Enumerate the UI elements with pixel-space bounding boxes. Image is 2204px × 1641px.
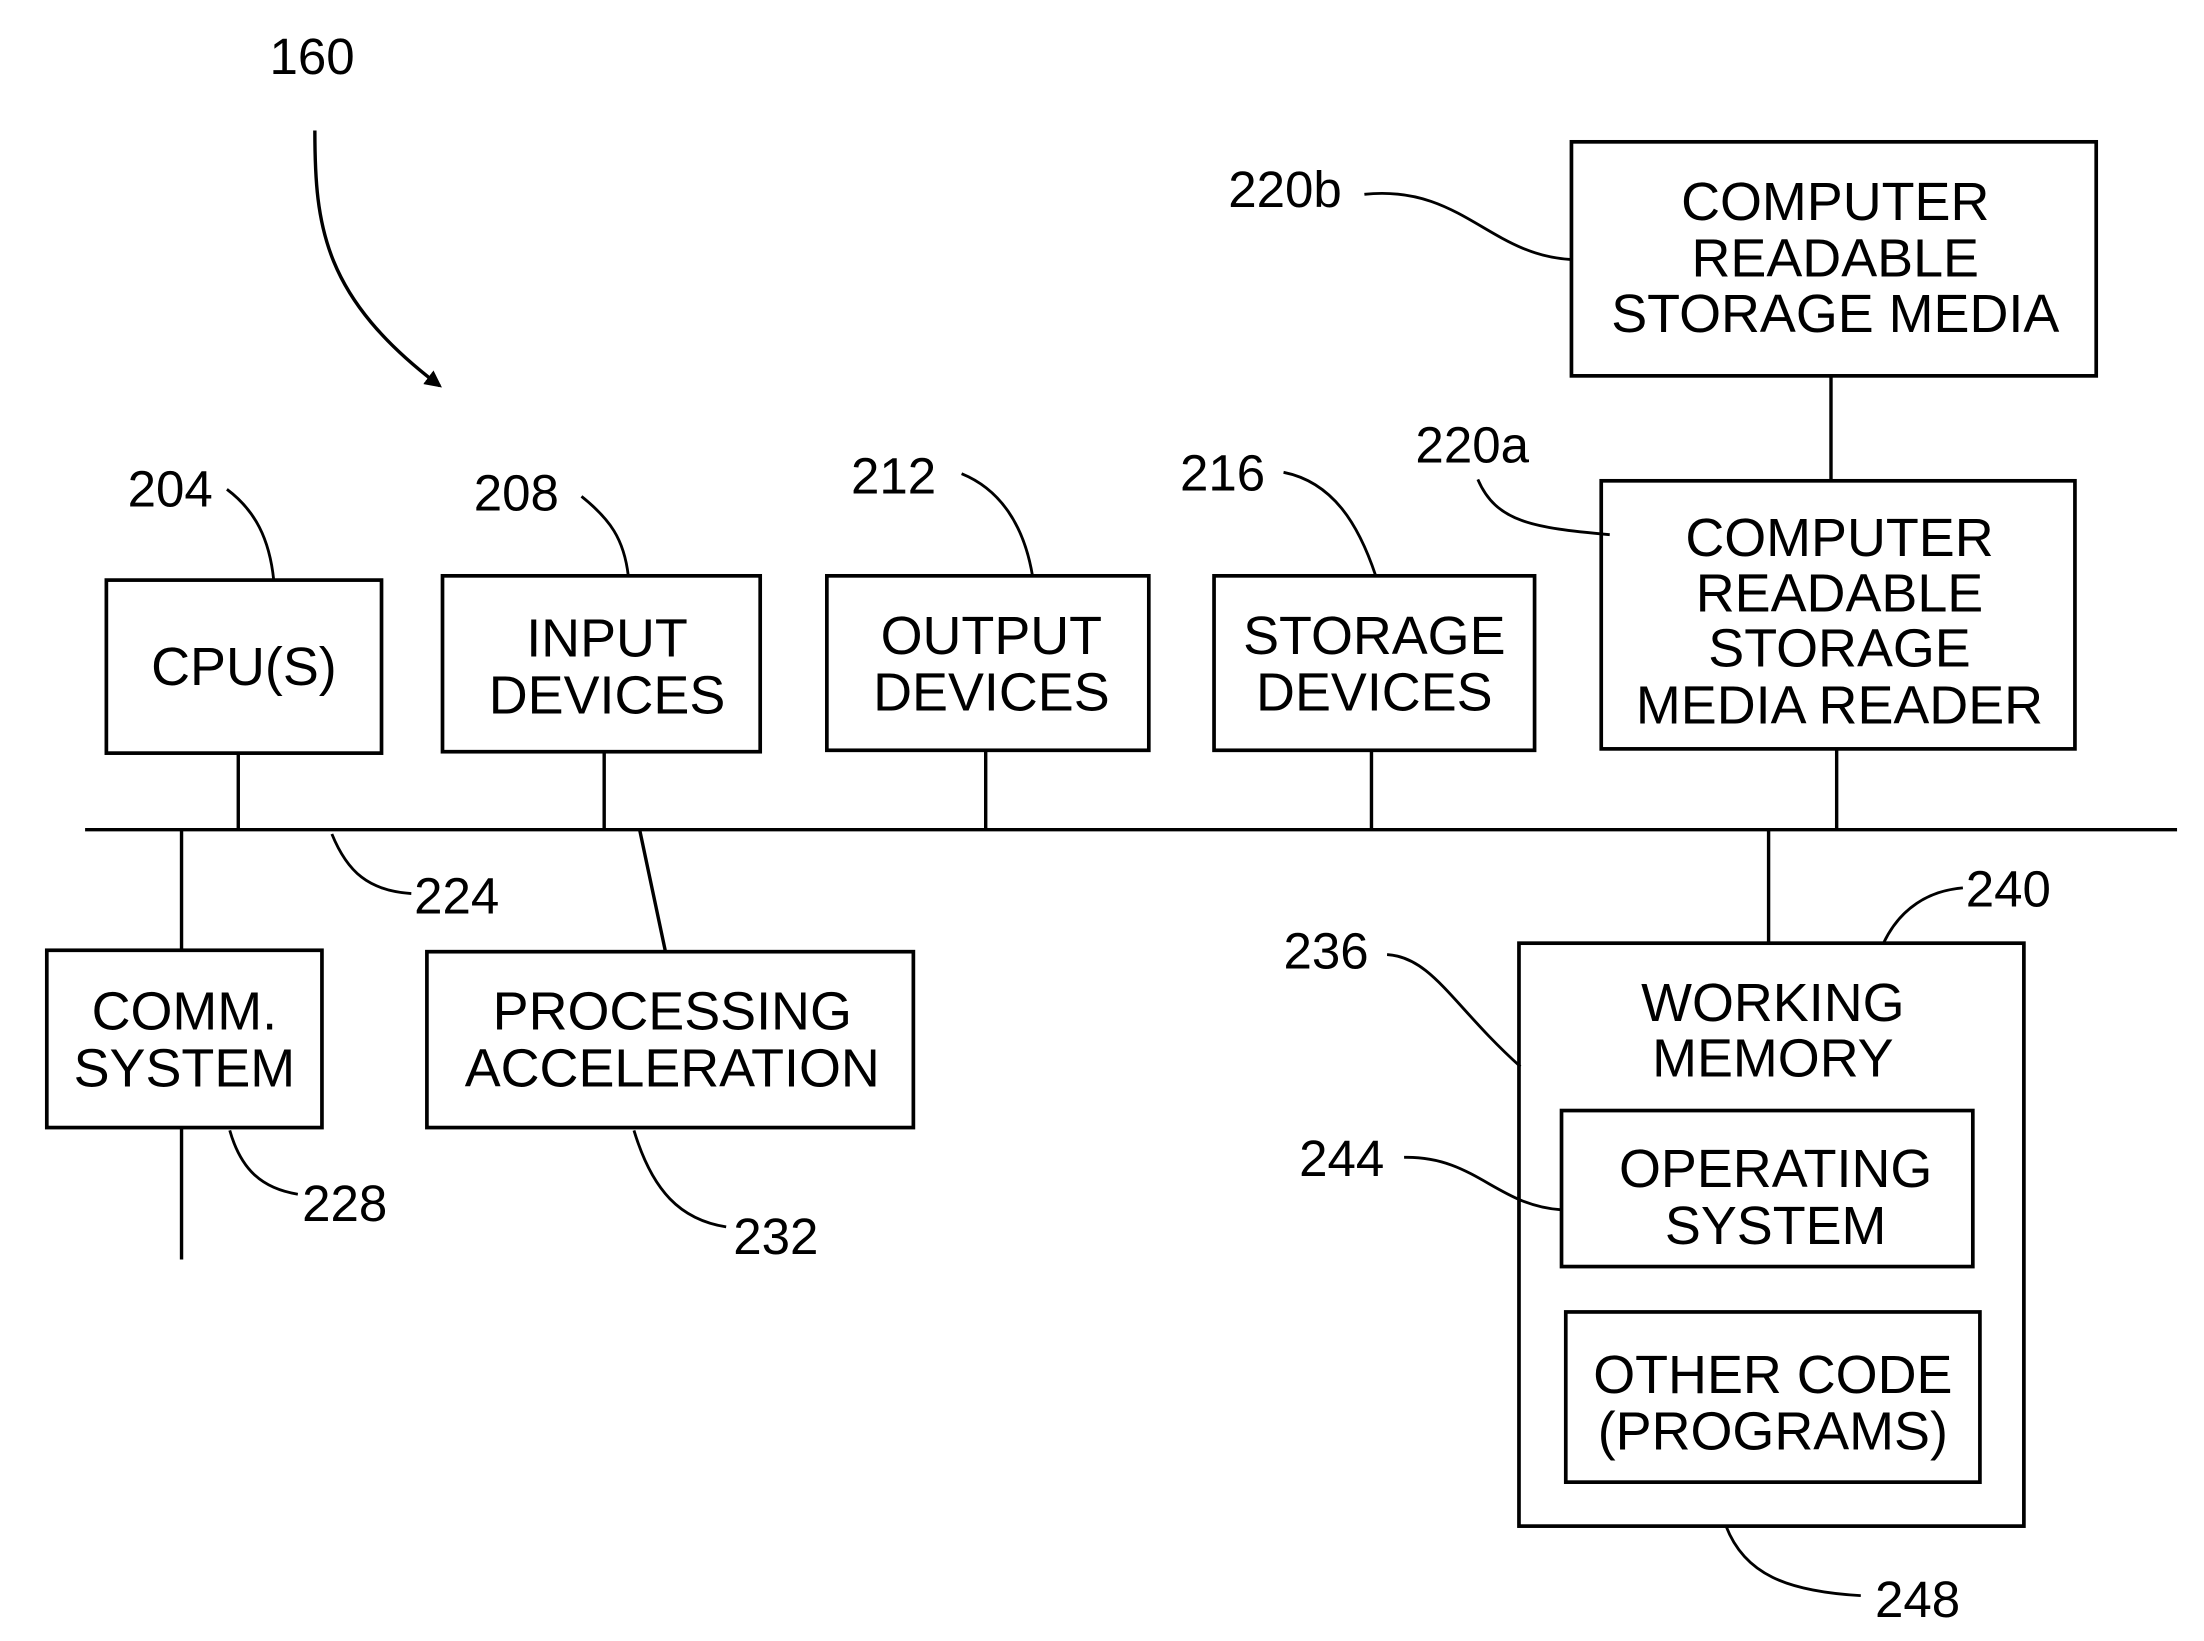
reader-label-line1: COMPUTER xyxy=(1685,508,1993,568)
other-code-label-line1: OTHER CODE xyxy=(1593,1345,1952,1405)
storage-media-block: COMPUTER READABLE STORAGE MEDIA xyxy=(1569,139,2099,378)
storage-leader xyxy=(1283,470,1378,577)
cpu-leader xyxy=(226,488,276,581)
reader-ref-label: 220a xyxy=(1415,416,1529,473)
reader-leader xyxy=(1476,478,1610,537)
figure-ref-label: 160 xyxy=(269,28,354,85)
computer-system-diagram: 160 224 CPU(S) 204 INPUT DEVICES 208 OUT… xyxy=(44,28,2178,1628)
storage-devices-block: STORAGE DEVICES xyxy=(1212,573,1537,753)
memory-ref-label: 240 xyxy=(1966,860,2051,917)
memory-leader xyxy=(1882,886,1964,944)
memory-label-line2: MEMORY xyxy=(1652,1029,1893,1089)
reader-label-line2: READABLE xyxy=(1696,563,1983,623)
comm-ref-label: 228 xyxy=(302,1175,387,1232)
bus-leader xyxy=(330,833,412,895)
bus-ref-label: 224 xyxy=(414,867,499,924)
memory-left-ref-label: 236 xyxy=(1284,923,1369,980)
comm-system-block: COMM. SYSTEM xyxy=(44,948,324,1130)
media-label-line2: READABLE xyxy=(1692,229,1979,289)
media-ref-label: 220b xyxy=(1228,161,1342,218)
memory-label-line1: WORKING xyxy=(1641,973,1904,1033)
output-label-line1: OUTPUT xyxy=(881,606,1102,666)
output-devices-block: OUTPUT DEVICES xyxy=(825,573,1151,753)
input-leader xyxy=(580,495,630,577)
processing-acceleration-block: PROCESSING ACCELERATION xyxy=(425,949,916,1130)
comm-leader xyxy=(228,1130,299,1196)
storage-label-line2: DEVICES xyxy=(1256,663,1493,723)
output-leader xyxy=(961,472,1034,577)
input-devices-block: INPUT DEVICES xyxy=(440,573,763,754)
accel-connector xyxy=(637,829,667,951)
accel-label-line2: ACCELERATION xyxy=(465,1038,880,1098)
output-label-line2: DEVICES xyxy=(873,663,1110,723)
cpu-label: CPU(S) xyxy=(151,637,337,697)
input-label-line1: INPUT xyxy=(526,609,688,669)
comm-label-line2: SYSTEM xyxy=(74,1038,296,1098)
output-ref-label: 212 xyxy=(851,448,936,505)
media-label-line3: STORAGE MEDIA xyxy=(1611,284,2059,344)
input-ref-label: 208 xyxy=(474,465,559,522)
media-reader-block: COMPUTER READABLE STORAGE MEDIA READER xyxy=(1599,478,2077,751)
memory-left-leader xyxy=(1386,953,1522,1068)
reader-label-line3: STORAGE xyxy=(1708,619,1970,679)
reader-label-line4: MEDIA READER xyxy=(1636,675,2043,735)
storage-ref-label: 216 xyxy=(1180,445,1265,502)
cpu-block: CPU(S) xyxy=(104,578,384,755)
storage-label-line1: STORAGE xyxy=(1243,606,1505,666)
media-leader xyxy=(1364,191,1572,261)
memory-bottom-ref-label: 248 xyxy=(1875,1571,1960,1628)
accel-label-line1: PROCESSING xyxy=(493,982,852,1042)
media-label-line1: COMPUTER xyxy=(1681,172,1989,232)
other-code-block: OTHER CODE (PROGRAMS) xyxy=(1563,1310,1982,1484)
os-label-line1: OPERATING xyxy=(1619,1139,1932,1199)
figure-arrow xyxy=(313,130,442,388)
accel-ref-label: 232 xyxy=(733,1208,818,1265)
os-label-line2: SYSTEM xyxy=(1665,1196,1887,1256)
accel-leader xyxy=(632,1129,727,1229)
other-code-label-line2: (PROGRAMS) xyxy=(1598,1402,1948,1462)
comm-label-line1: COMM. xyxy=(92,982,278,1042)
input-label-line2: DEVICES xyxy=(489,665,726,725)
cpu-ref-label: 204 xyxy=(128,460,213,517)
os-ref-label: 244 xyxy=(1299,1130,1384,1187)
operating-system-block: OPERATING SYSTEM xyxy=(1559,1108,1975,1269)
memory-bottom-leader xyxy=(1724,1525,1861,1598)
